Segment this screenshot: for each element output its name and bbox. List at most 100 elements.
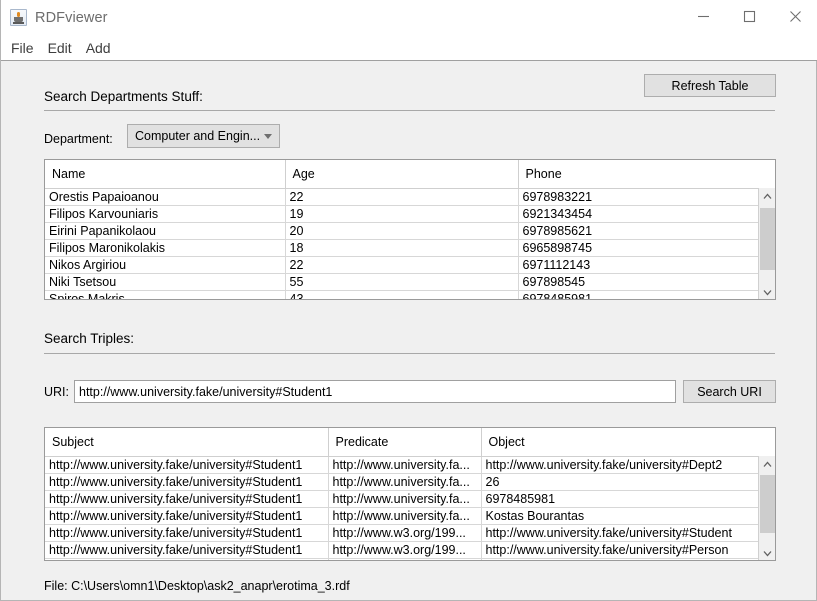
cell-predicate[interactable]: http://www.university.fa... — [328, 490, 482, 508]
search-uri-button[interactable]: Search URI — [683, 380, 776, 403]
department-combobox[interactable]: Computer and Engin... — [127, 124, 280, 148]
departments-table: Name Age Phone Orestis Papaioanou 22 697… — [44, 159, 776, 300]
cell-object[interactable]: http://www.university.fake/university#De… — [481, 456, 775, 474]
file-path-status: File: C:\Users\omn1\Desktop\ask2_anapr\e… — [44, 579, 350, 593]
title-bar: RDFviewer — [1, 0, 817, 35]
table-row[interactable]: http://www.university.fake/university#St… — [45, 558, 775, 560]
triples-table-scrollbar[interactable] — [758, 456, 775, 560]
departments-table-grid: Name Age Phone Orestis Papaioanou 22 697… — [45, 160, 775, 299]
menu-bar: File Edit Add — [1, 35, 817, 61]
department-combobox-value: Computer and Engin... — [135, 129, 261, 143]
departments-table-body: Orestis Papaioanou 22 6978983221 Filipos… — [45, 188, 775, 299]
cell-predicate[interactable]: http://www.university.fa... — [328, 507, 482, 525]
menu-item-file[interactable]: File — [5, 38, 40, 58]
chevron-down-icon — [264, 134, 272, 139]
column-header-subject[interactable]: Subject — [45, 428, 329, 457]
table-row[interactable]: Spiros Makris 43 6978485981 — [45, 290, 775, 299]
menu-item-edit[interactable]: Edit — [42, 38, 78, 58]
column-header-object[interactable]: Object — [481, 428, 775, 457]
scroll-down-icon[interactable] — [759, 545, 775, 560]
cell-age[interactable]: 55 — [285, 273, 519, 291]
table-row[interactable]: Niki Tsetsou 55 697898545 — [45, 273, 775, 291]
scroll-down-icon[interactable] — [759, 284, 775, 299]
triples-divider — [44, 353, 775, 354]
cell-subject[interactable]: http://www.university.fake/university#St… — [45, 456, 329, 474]
cell-phone[interactable]: 6978485981 — [518, 290, 775, 299]
cell-phone[interactable]: 697898545 — [518, 273, 775, 291]
departments-table-header-row: Name Age Phone — [45, 160, 775, 189]
scroll-up-icon[interactable] — [759, 188, 775, 205]
triples-table: Subject Predicate Object http://www.univ… — [44, 427, 776, 561]
main-content: Search Departments Stuff: Refresh Table … — [1, 62, 816, 599]
cell-age[interactable]: 18 — [285, 239, 519, 257]
cell-subject[interactable]: http://www.university.fake/university#St… — [45, 507, 329, 525]
table-row[interactable]: Nikos Argiriou 22 6971112143 — [45, 256, 775, 274]
cell-predicate[interactable]: http://www.w3.org/199... — [328, 541, 482, 559]
maximize-icon[interactable] — [726, 0, 772, 32]
table-row[interactable]: http://www.university.fake/university#St… — [45, 541, 775, 559]
minimize-icon[interactable] — [680, 0, 726, 32]
table-row[interactable]: http://www.university.fake/university#St… — [45, 473, 775, 491]
java-coffee-cup-icon — [10, 9, 27, 26]
cell-predicate[interactable]: http://www.w3.org/199... — [328, 558, 482, 560]
cell-object[interactable]: Kostas Bourantas — [481, 507, 775, 525]
cell-subject[interactable]: http://www.university.fake/university#St… — [45, 524, 329, 542]
cell-object[interactable]: 26 — [481, 473, 775, 491]
window-controls — [680, 0, 817, 35]
cell-phone[interactable]: 6965898745 — [518, 239, 775, 257]
table-row[interactable]: Eirini Papanikolaou 20 6978985621 — [45, 222, 775, 240]
cell-subject[interactable]: http://www.university.fake/university#St… — [45, 473, 329, 491]
table-row[interactable]: Filipos Karvouniaris 19 6921343454 — [45, 205, 775, 223]
menu-item-add[interactable]: Add — [80, 38, 117, 58]
scroll-thumb[interactable] — [760, 475, 775, 533]
column-header-age[interactable]: Age — [285, 160, 519, 189]
departments-divider — [44, 110, 775, 111]
cell-object[interactable]: http://www.university.fake/university#Pe… — [481, 541, 775, 559]
column-header-name[interactable]: Name — [45, 160, 286, 189]
triples-table-grid: Subject Predicate Object http://www.univ… — [45, 428, 775, 560]
cell-phone[interactable]: 6971112143 — [518, 256, 775, 274]
cell-phone[interactable]: 6921343454 — [518, 205, 775, 223]
cell-name[interactable]: Filipos Karvouniaris — [45, 205, 286, 223]
cell-age[interactable]: 22 — [285, 256, 519, 274]
departments-table-scrollbar[interactable] — [758, 188, 775, 299]
cell-subject[interactable]: http://www.university.fake/university#St… — [45, 558, 329, 560]
table-row[interactable]: Filipos Maronikolakis 18 6965898745 — [45, 239, 775, 257]
cell-phone[interactable]: 6978985621 — [518, 222, 775, 240]
cell-predicate[interactable]: http://www.university.fa... — [328, 473, 482, 491]
cell-object[interactable]: 6978485981 — [481, 490, 775, 508]
cell-name[interactable]: Filipos Maronikolakis — [45, 239, 286, 257]
triples-section-title: Search Triples: — [44, 331, 135, 346]
cell-age[interactable]: 43 — [285, 290, 519, 299]
table-row[interactable]: http://www.university.fake/university#St… — [45, 490, 775, 508]
column-header-phone[interactable]: Phone — [518, 160, 775, 189]
scroll-thumb[interactable] — [760, 208, 775, 270]
table-row[interactable]: http://www.university.fake/university#St… — [45, 524, 775, 542]
cell-name[interactable]: Niki Tsetsou — [45, 273, 286, 291]
cell-predicate[interactable]: http://www.w3.org/199... — [328, 524, 482, 542]
departments-section-title: Search Departments Stuff: — [44, 89, 203, 104]
triples-table-header-row: Subject Predicate Object — [45, 428, 775, 457]
cell-subject[interactable]: http://www.university.fake/university#St… — [45, 490, 329, 508]
table-row[interactable]: http://www.university.fake/university#St… — [45, 456, 775, 474]
cell-age[interactable]: 22 — [285, 188, 519, 206]
table-row[interactable]: http://www.university.fake/university#St… — [45, 507, 775, 525]
cell-age[interactable]: 20 — [285, 222, 519, 240]
uri-input[interactable]: http://www.university.fake/university#St… — [74, 380, 676, 403]
cell-name[interactable]: Spiros Makris — [45, 290, 286, 299]
cell-name[interactable]: Orestis Papaioanou — [45, 188, 286, 206]
table-row[interactable]: Orestis Papaioanou 22 6978983221 — [45, 188, 775, 206]
cell-name[interactable]: Nikos Argiriou — [45, 256, 286, 274]
cell-subject[interactable]: http://www.university.fake/university#St… — [45, 541, 329, 559]
cell-object[interactable]: http://www.w3.org/2000/01/rdf-schema#Re — [481, 558, 775, 560]
cell-predicate[interactable]: http://www.university.fa... — [328, 456, 482, 474]
column-header-predicate[interactable]: Predicate — [328, 428, 482, 457]
refresh-table-button[interactable]: Refresh Table — [644, 74, 776, 97]
cell-name[interactable]: Eirini Papanikolaou — [45, 222, 286, 240]
close-icon[interactable] — [772, 0, 817, 32]
cell-phone[interactable]: 6978983221 — [518, 188, 775, 206]
cell-object[interactable]: http://www.university.fake/university#St… — [481, 524, 775, 542]
department-label: Department: — [44, 132, 113, 146]
scroll-up-icon[interactable] — [759, 456, 775, 473]
cell-age[interactable]: 19 — [285, 205, 519, 223]
